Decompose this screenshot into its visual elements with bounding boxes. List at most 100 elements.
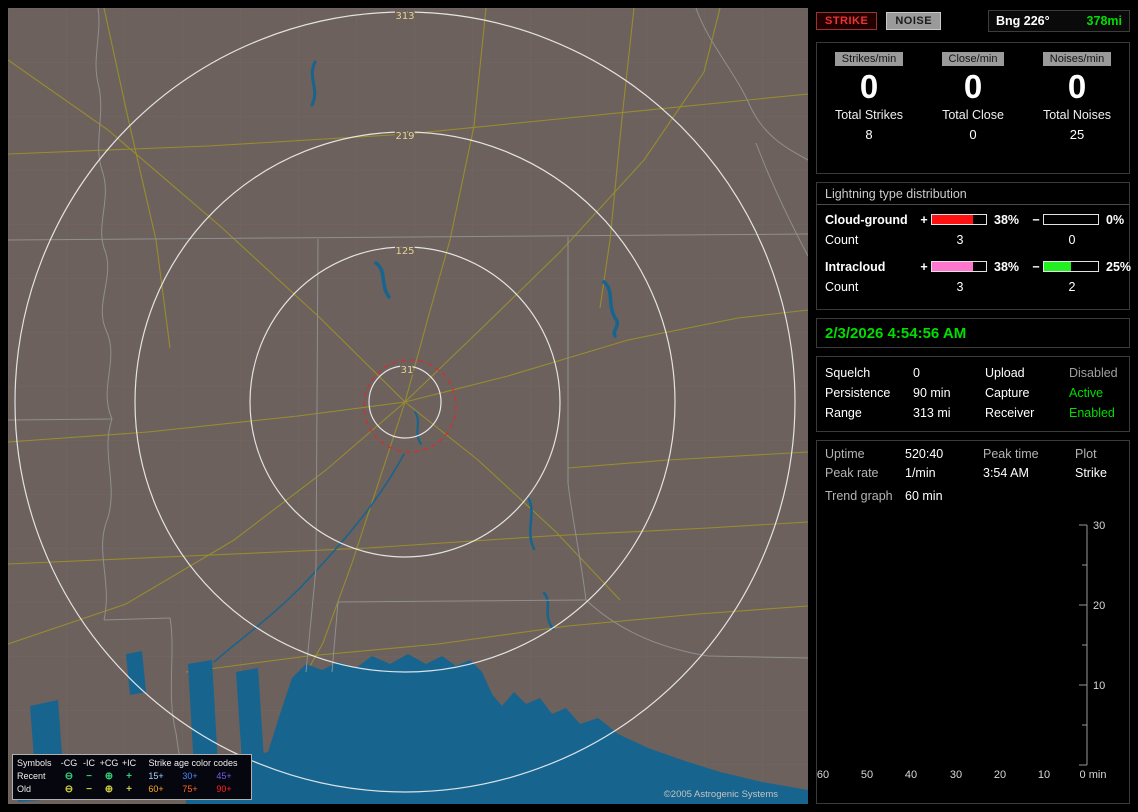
cg-plus-percent: 38% [994, 212, 1020, 227]
total-strikes-value: 8 [865, 126, 873, 142]
ic-minus-percent: 25% [1106, 259, 1132, 274]
x-tick: 40 [905, 769, 917, 781]
map-svg: 313 219 125 31 [8, 8, 808, 804]
cg-minus-percent: 0% [1106, 212, 1125, 227]
cg-plus-bar [931, 214, 987, 225]
capture-status: Active [1069, 386, 1104, 400]
uptime-grid: Uptime 520:40 Peak time Plot Peak rate 1… [817, 447, 1129, 480]
plot-value: Strike [1075, 466, 1107, 480]
upload-label: Upload [985, 366, 1025, 380]
cg-minus-count: 0 [1068, 232, 1076, 247]
x-tick: 50 [861, 769, 873, 781]
total-strikes-label: Total Strikes [834, 107, 904, 122]
total-noises-value: 25 [1069, 126, 1085, 142]
range-label: Range [825, 406, 862, 420]
range-label: 31 [401, 365, 414, 376]
settings-row: Persistence 90 min Capture Active [817, 383, 1129, 403]
squelch-label: Squelch [825, 366, 871, 380]
cloud-ground-row: Cloud-ground + 38% − 0% [817, 209, 1129, 230]
noises-per-min-label: Noises/min [1042, 52, 1112, 66]
persistence-value: 90 min [913, 386, 951, 400]
legend-row-label: Recent [17, 771, 46, 781]
age-code: 60+ [148, 784, 164, 794]
strikes-per-min-column: Strikes/min 0 Total Strikes 8 [817, 52, 921, 173]
trend-setting-row: Trend graph 60 min [817, 489, 1129, 503]
age-code: 15+ [148, 771, 164, 781]
age-code: 45+ [216, 771, 232, 781]
peak-rate-value: 1/min [905, 466, 936, 480]
ic-minus-count: 2 [1068, 279, 1076, 294]
intracloud-count-row: Count 3 2 [817, 277, 1129, 296]
plot-label: Plot [1075, 447, 1097, 461]
y-tick: 10 [1093, 680, 1105, 692]
range-label: 313 [395, 11, 414, 22]
bearing-label: Bng 226° [996, 14, 1050, 28]
strikes-per-min-label: Strikes/min [834, 52, 904, 66]
bearing-display: Bng 226° 378mi [988, 10, 1130, 32]
cg-plus-old-icon: ⊕ [104, 784, 114, 795]
noise-indicator-button[interactable]: NOISE [886, 12, 942, 30]
status-box: Uptime 520:40 Peak time Plot Peak rate 1… [816, 440, 1130, 804]
ic-plus-old-icon: + [126, 784, 132, 795]
count-label: Count [825, 279, 859, 294]
uptime-label: Uptime [825, 447, 865, 461]
lightning-map: 313 219 125 31 Symbols -CG -IC +CG +IC S… [8, 8, 808, 804]
ic-plus-recent-icon: + [126, 771, 132, 782]
copyright-text: ©2005 Astrogenic Systems [663, 789, 778, 800]
trend-graph: 30 20 10 60 50 40 30 20 10 0 min [817, 520, 1107, 781]
minus-sign: − [1032, 259, 1040, 274]
legend-symbols-header: Symbols [17, 758, 52, 768]
strike-indicator-button[interactable]: STRIKE [816, 12, 878, 30]
ic-minus-bar [1043, 261, 1099, 272]
trend-graph-value: 60 min [905, 489, 943, 503]
close-per-min-value: 0 [963, 68, 983, 105]
peak-time-label: Peak time [983, 447, 1039, 461]
trend-tick-labels: 30 20 10 60 50 40 30 20 10 0 min [817, 520, 1107, 781]
datetime-display: 2/3/2026 4:54:56 AM [816, 318, 1130, 348]
range-label: 219 [395, 131, 414, 142]
uptime-value: 520:40 [905, 447, 944, 461]
count-label: Count [825, 232, 859, 247]
strikes-per-min-value: 0 [859, 68, 879, 105]
ic-plus-percent: 38% [994, 259, 1020, 274]
trend-graph-label: Trend graph [825, 489, 893, 503]
lightning-tracker-window: 313 219 125 31 Symbols -CG -IC +CG +IC S… [0, 0, 1138, 812]
settings-row: Squelch 0 Upload Disabled [817, 363, 1129, 383]
map-legend: Symbols -CG -IC +CG +IC Strike age color… [12, 754, 252, 800]
distribution-box: Lightning type distribution Cloud-ground… [816, 182, 1131, 310]
legend-age-header: Strike age color codes [148, 758, 238, 768]
receiver-label: Receiver [985, 406, 1035, 420]
persistence-label: Persistence [825, 386, 891, 400]
intracloud-row: Intracloud + 38% − 25% [817, 256, 1131, 277]
intracloud-label: Intracloud [825, 259, 886, 274]
noises-per-min-value: 0 [1067, 68, 1087, 105]
distribution-title: Lightning type distribution [817, 183, 1129, 205]
total-close-value: 0 [969, 126, 977, 142]
total-close-label: Total Close [942, 107, 1004, 122]
cg-minus-bar [1043, 214, 1099, 225]
close-per-min-column: Close/min 0 Total Close 0 [921, 52, 1025, 173]
bearing-distance: 378mi [1086, 14, 1122, 28]
legend-col: +IC [121, 758, 137, 768]
plus-sign: + [920, 259, 928, 274]
settings-row: Range 313 mi Receiver Enabled [817, 403, 1129, 423]
plus-sign: + [920, 212, 928, 227]
cg-plus-recent-icon: ⊕ [104, 771, 114, 782]
upload-status: Disabled [1069, 366, 1118, 380]
legend-col: -CG [60, 758, 78, 768]
age-code: 75+ [182, 784, 198, 794]
age-code: 30+ [182, 771, 198, 781]
x-tick: 20 [994, 769, 1006, 781]
cg-minus-recent-icon: ⊖ [64, 771, 74, 782]
ic-plus-count: 3 [956, 279, 964, 294]
legend-col: -IC [83, 758, 95, 768]
ic-plus-bar [931, 261, 987, 272]
age-code: 90+ [216, 784, 232, 794]
peak-time-value: 3:54 AM [983, 466, 1029, 480]
trend-axis [1079, 524, 1088, 766]
cg-plus-count: 3 [956, 232, 964, 247]
cg-minus-old-icon: ⊖ [64, 784, 74, 795]
x-tick: 10 [1038, 769, 1050, 781]
y-tick: 20 [1093, 600, 1105, 612]
peak-rate-label: Peak rate [825, 466, 879, 480]
